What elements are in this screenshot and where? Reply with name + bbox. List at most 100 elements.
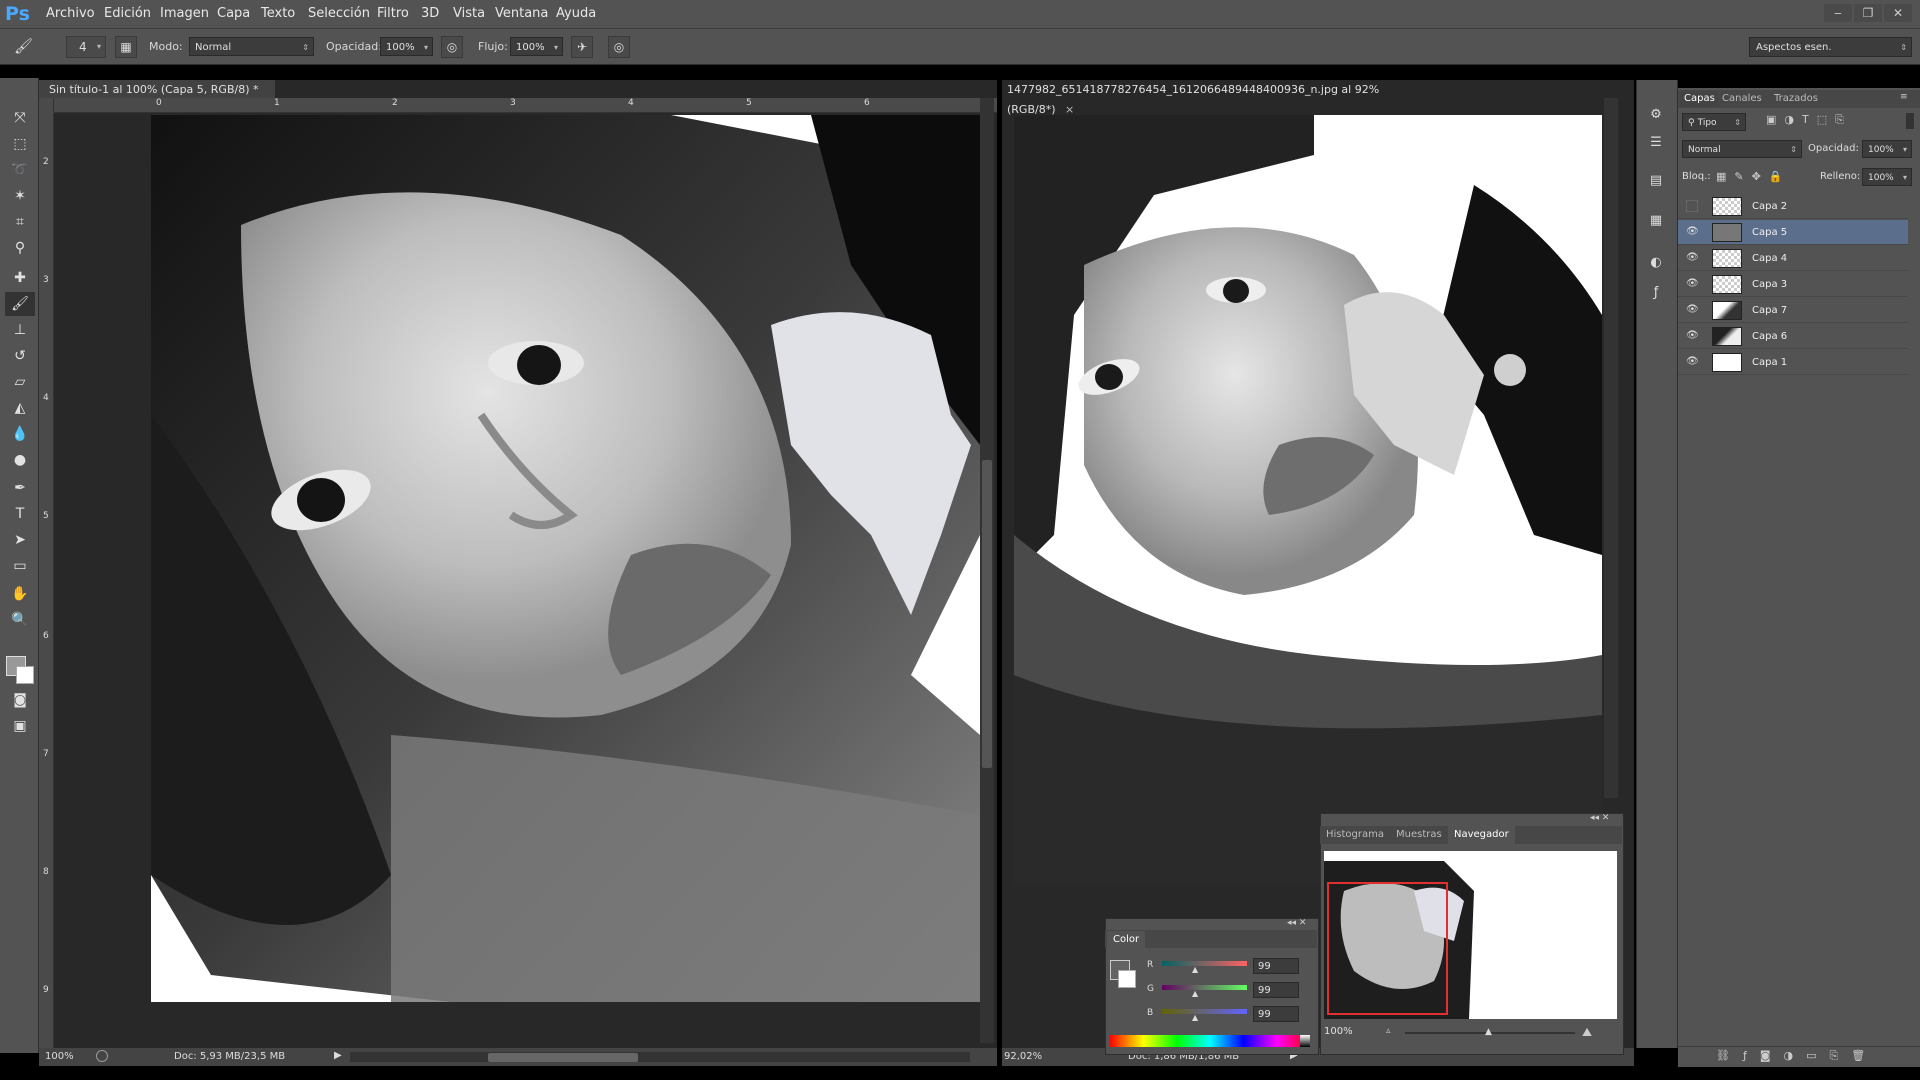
opacity-field[interactable]: 100% ▾ — [380, 37, 433, 56]
channel-g-value[interactable]: 99 — [1253, 982, 1299, 998]
pressure-size-icon[interactable]: ◎ — [608, 36, 630, 58]
layer-row[interactable]: 👁 Capa 4 — [1678, 246, 1908, 271]
filter-toggle[interactable] — [1906, 113, 1914, 129]
layer-row[interactable]: 👁 Capa 6 — [1678, 324, 1908, 349]
flow-field[interactable]: 100% ▾ — [510, 37, 563, 56]
blur-tool-icon[interactable]: 💧 — [5, 422, 35, 446]
channel-g-slider[interactable] — [1162, 985, 1247, 990]
channel-b-slider[interactable] — [1162, 1009, 1247, 1014]
color-background-swatch[interactable] — [1118, 970, 1136, 988]
eyedropper-tool-icon[interactable]: ⚲ — [5, 236, 35, 260]
pressure-opacity-icon[interactable]: ◎ — [441, 36, 463, 58]
eye-icon[interactable]: 👁 — [1686, 304, 1699, 316]
color-spectrum-bar[interactable] — [1110, 1035, 1310, 1047]
navigator-view-box[interactable] — [1327, 882, 1448, 1015]
history-brush-tool-icon[interactable]: ↺ — [5, 344, 35, 368]
marquee-tool-icon[interactable]: ⬚ — [5, 132, 35, 156]
tab-trazados[interactable]: Trazados — [1774, 91, 1818, 107]
adjustments-panel-icon[interactable]: ◐ — [1644, 252, 1668, 274]
brush-tool-icon[interactable]: 🖌 — [5, 292, 35, 316]
zoom-level-1[interactable]: 100% — [45, 1048, 74, 1066]
eye-icon[interactable]: 👁 — [1686, 330, 1699, 342]
pen-tool-icon[interactable]: ✒ — [5, 476, 35, 500]
menu-archivo[interactable]: Archivo — [46, 0, 95, 28]
zoom-tool-icon[interactable]: 🔍 — [5, 608, 35, 632]
move-tool-icon[interactable]: ⤧ — [5, 106, 35, 130]
brush-tool-preset-icon[interactable]: 🖌 — [14, 29, 33, 64]
canvas-1-vertical-scroll-thumb[interactable] — [982, 460, 992, 768]
reference-photo-canvas[interactable] — [1014, 115, 1602, 884]
eraser-tool-icon[interactable]: ▱ — [5, 370, 35, 394]
menu-capa[interactable]: Capa — [217, 0, 250, 28]
close-button[interactable]: ✕ — [1884, 4, 1912, 22]
tab-capas[interactable]: Capas — [1680, 91, 1719, 107]
layers-panel-menu-icon[interactable]: ≡ — [1900, 92, 1908, 102]
zoom-level-2[interactable]: 92,02% — [1004, 1048, 1042, 1066]
brush-size-picker[interactable]: 4 ▾ — [66, 36, 106, 58]
styles-panel-icon[interactable]: ƒ — [1644, 282, 1668, 304]
eye-icon[interactable]: 👁 — [1686, 226, 1699, 238]
hand-tool-icon[interactable]: ✋ — [5, 582, 35, 606]
layer-row[interactable]: Capa 2 — [1678, 194, 1908, 219]
panel-collapse-icon[interactable]: ◂◂ ✕ — [1590, 813, 1609, 823]
tab-muestras[interactable]: Muestras — [1396, 827, 1442, 843]
magic-wand-tool-icon[interactable]: ✶ — [5, 184, 35, 208]
tab-histograma[interactable]: Histograma — [1326, 827, 1384, 843]
panel-collapse-icon[interactable]: ◂◂ ✕ — [1287, 918, 1306, 928]
restore-button[interactable]: ❐ — [1854, 4, 1882, 22]
lock-icons[interactable]: ▦✎✥🔒 — [1716, 168, 1791, 186]
screen-mode-icon[interactable]: ▣ — [5, 714, 35, 738]
channel-r-thumb[interactable]: ▲ — [1192, 965, 1198, 974]
airbrush-icon[interactable]: ✈ — [571, 36, 593, 58]
menu-edicion[interactable]: Edición — [104, 0, 151, 28]
crop-tool-icon[interactable]: ⌗ — [5, 210, 35, 234]
mode-select[interactable]: Normal ⇕ — [189, 37, 314, 56]
quick-mask-icon[interactable]: ◙ — [5, 688, 35, 712]
minimize-button[interactable]: ‒ — [1824, 4, 1852, 22]
rectangle-tool-icon[interactable]: ▭ — [5, 554, 35, 578]
document-tab-2[interactable]: 1477982_651418778276454_1612066489448400… — [1007, 80, 1407, 116]
channel-r-value[interactable]: 99 — [1253, 958, 1299, 974]
tab-navegador[interactable]: Navegador — [1448, 826, 1515, 844]
workspace-select[interactable]: Aspectos esen. ⇕ — [1749, 37, 1912, 57]
channel-g-thumb[interactable]: ▲ — [1192, 989, 1198, 998]
layer-opacity-field[interactable]: 100% ▾ — [1862, 140, 1912, 158]
status-share-icon[interactable] — [96, 1050, 108, 1062]
menu-ayuda[interactable]: Ayuda — [556, 0, 596, 28]
lasso-tool-icon[interactable]: ➰ — [5, 158, 35, 182]
document-tab-1[interactable]: Sin título-1 al 100% (Capa 5, RGB/8) * × — [39, 80, 275, 116]
menu-imagen[interactable]: Imagen — [160, 0, 209, 28]
painting-canvas[interactable] — [151, 115, 980, 1002]
history-panel-icon[interactable]: ⚙ — [1644, 104, 1668, 126]
tab-color[interactable]: Color — [1107, 931, 1146, 948]
clone-stamp-tool-icon[interactable]: ⊥ — [5, 318, 35, 342]
blend-mode-select[interactable]: Normal ⇕ — [1682, 140, 1802, 158]
zoom-in-icon[interactable]: ⛰ — [1582, 1025, 1592, 1040]
character-panel-icon[interactable]: ▦ — [1644, 210, 1668, 232]
background-color-swatch[interactable] — [16, 666, 34, 684]
canvas-1-horizontal-scroll-thumb[interactable] — [488, 1053, 638, 1062]
layer-filter-select[interactable]: ⚲ Tipo ⇕ — [1682, 113, 1746, 131]
canvas-1-horizontal-scrollbar[interactable] — [350, 1052, 970, 1062]
color-spectrum-bw[interactable] — [1300, 1035, 1310, 1047]
tab-canales[interactable]: Canales — [1722, 91, 1762, 107]
eye-icon[interactable]: 👁 — [1686, 356, 1699, 368]
layer-filter-icons[interactable]: ▣◑T⬚⎘ — [1766, 113, 1852, 127]
menu-3d[interactable]: 3D — [421, 0, 439, 28]
menu-vista[interactable]: Vista — [453, 0, 485, 28]
layer-row-selected[interactable]: 👁 Capa 5 — [1678, 220, 1908, 245]
channel-b-thumb[interactable]: ▲ — [1192, 1013, 1198, 1022]
dodge-tool-icon[interactable]: ● — [5, 448, 35, 472]
status-menu-arrow-icon[interactable]: ▶ — [334, 1050, 342, 1061]
navigator-zoom-thumb[interactable]: ▲ — [1485, 1027, 1492, 1037]
brush-presets-panel-icon[interactable]: ▤ — [1644, 170, 1668, 192]
layer-row[interactable]: 👁 Capa 7 — [1678, 298, 1908, 323]
menu-filtro[interactable]: Filtro — [377, 0, 409, 28]
layers-footer-icons[interactable]: ⛓ƒ◙◑▭⎘🗑 — [1716, 1048, 1878, 1064]
brush-panel-toggle-icon[interactable]: ▦ — [115, 36, 137, 58]
menu-texto[interactable]: Texto — [261, 0, 295, 28]
healing-brush-tool-icon[interactable]: ✚ — [5, 266, 35, 290]
channel-b-value[interactable]: 99 — [1253, 1006, 1299, 1022]
eye-icon[interactable]: 👁 — [1686, 278, 1699, 290]
layer-row[interactable]: 👁 Capa 1 — [1678, 350, 1908, 375]
